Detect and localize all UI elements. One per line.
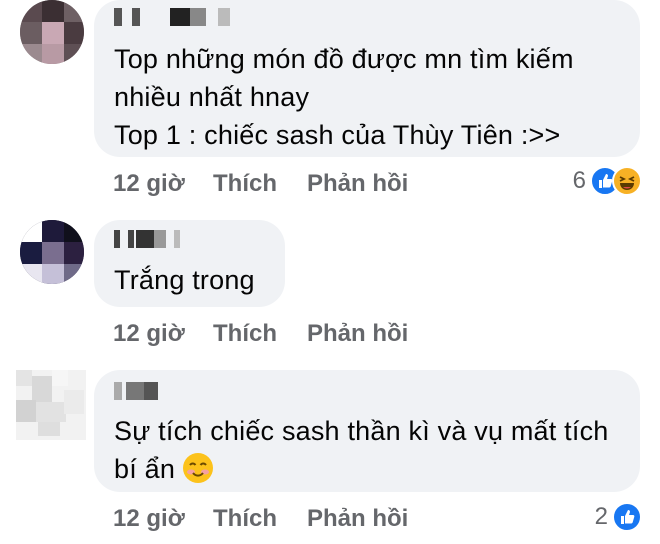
reply-button[interactable]: Phản hồi (307, 170, 408, 198)
comment-bubble: Trắng trong (94, 220, 285, 307)
avatar[interactable] (20, 0, 84, 64)
reply-button[interactable]: Phản hồi (307, 505, 408, 533)
comment-time[interactable]: 12 giờ (113, 170, 185, 198)
comment-bubble: Sự tích chiếc sash thần kì và vụ mất tíc… (94, 370, 640, 492)
like-button[interactable]: Thích (213, 320, 277, 348)
avatar[interactable] (20, 220, 84, 284)
haha-icon (612, 166, 642, 196)
reaction-summary[interactable]: 6 (573, 166, 642, 196)
commenter-name[interactable] (114, 382, 174, 400)
comment-bubble: Top những món đồ được mn tìm kiếm nhiều … (94, 0, 640, 157)
smiling-face-icon (183, 453, 214, 483)
comment-time[interactable]: 12 giờ (113, 505, 185, 533)
comment-text: Trắng trong (114, 265, 255, 295)
avatar[interactable] (16, 370, 86, 440)
reaction-count: 2 (594, 503, 608, 530)
comment-time[interactable]: 12 giờ (113, 320, 185, 348)
reply-button[interactable]: Phản hồi (307, 320, 408, 348)
like-icon (612, 502, 642, 532)
comment-text: Sự tích chiếc sash thần kì và vụ mất tíc… (114, 416, 609, 484)
commenter-name[interactable] (114, 8, 234, 26)
comment-text: Top những món đồ được mn tìm kiếm nhiều … (114, 44, 574, 150)
like-button[interactable]: Thích (213, 505, 277, 533)
reaction-count: 6 (572, 167, 586, 194)
reaction-summary[interactable]: 2 (595, 502, 642, 532)
commenter-name[interactable] (114, 230, 180, 248)
like-button[interactable]: Thích (213, 170, 277, 198)
